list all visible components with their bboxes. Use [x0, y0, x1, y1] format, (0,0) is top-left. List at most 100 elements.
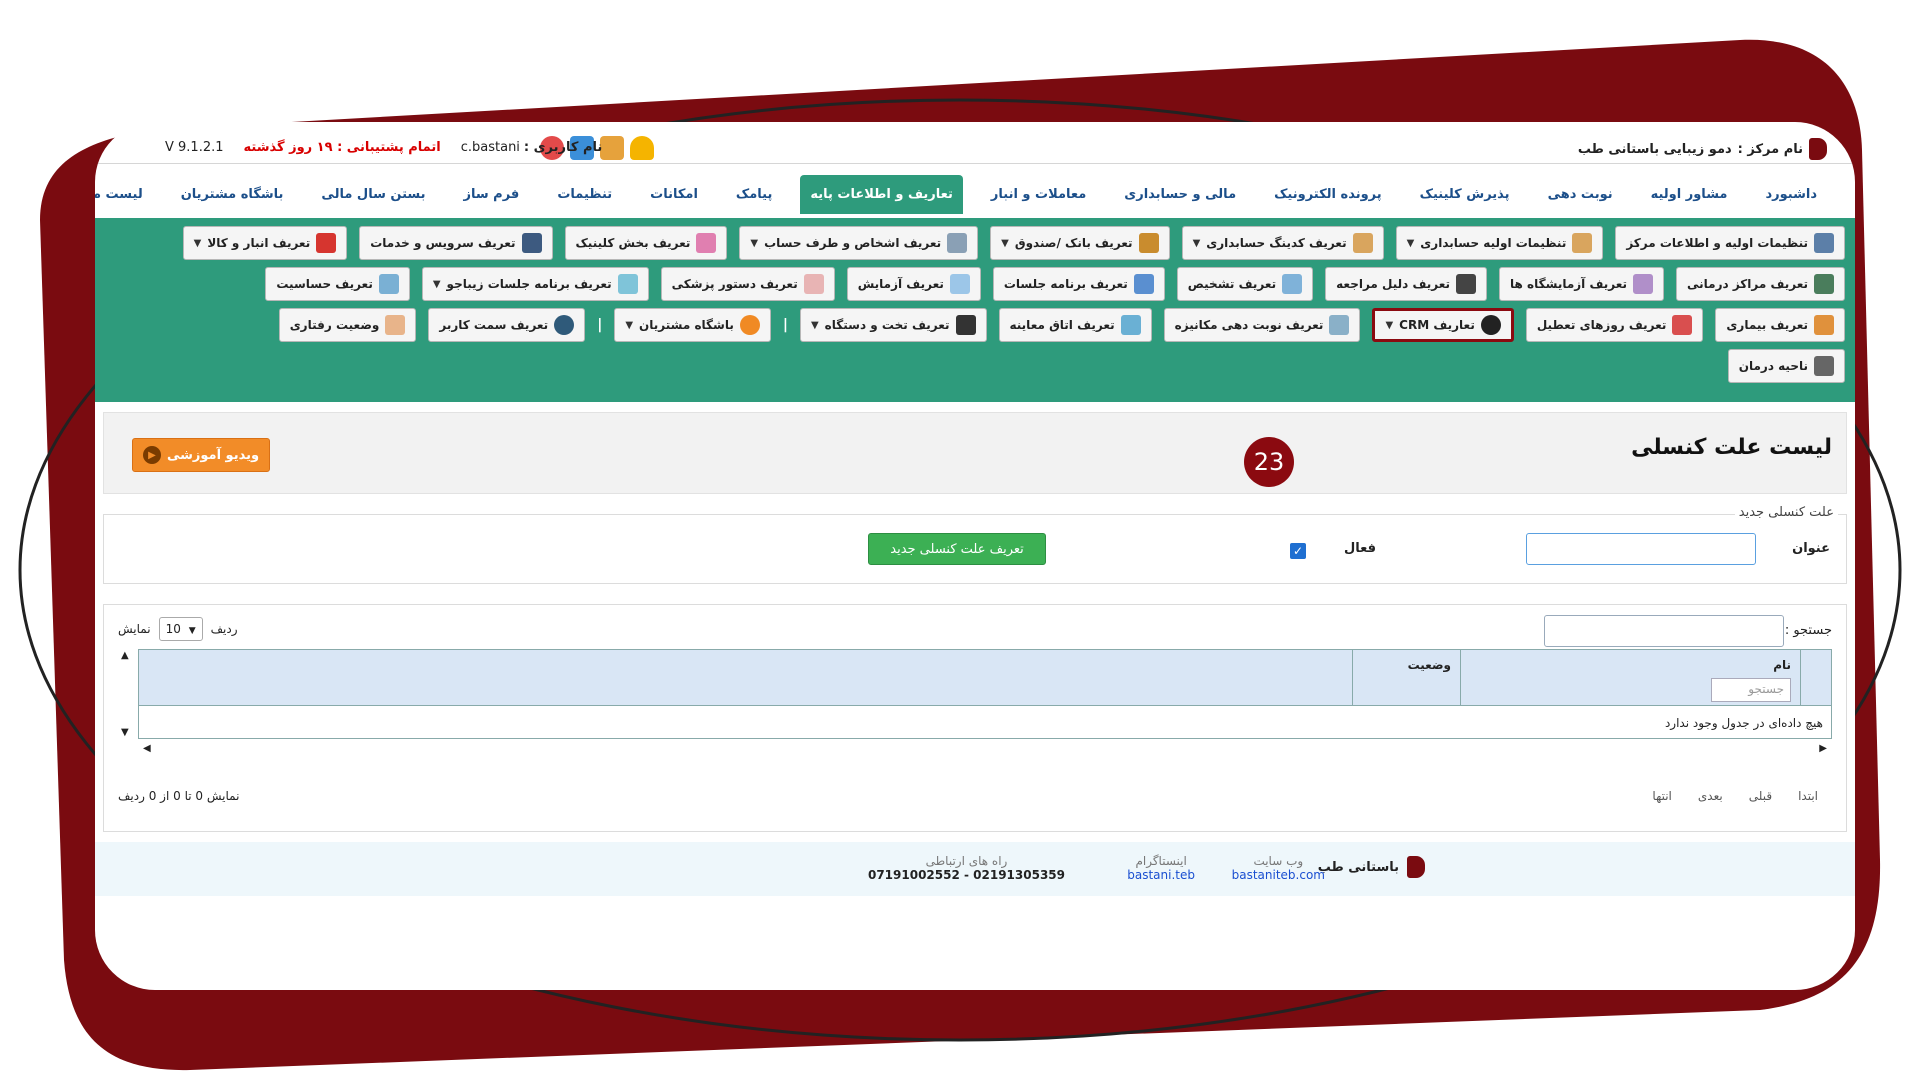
accounting-settings-button[interactable]: تنظیمات اولیه حسابداری ▼ [1395, 226, 1604, 260]
nav-module-list[interactable]: لیست ماژول ها [95, 175, 153, 214]
website-link[interactable]: bastaniteb.com [1232, 868, 1325, 882]
username: c.bastani [460, 140, 520, 155]
main-nav: داشبورد مشاور اولیه نوبت دهی پذیرش کلینی… [95, 172, 1855, 216]
username-label: نام کاربری : [523, 140, 603, 155]
allergy-button[interactable]: تعریف حساسیت [265, 267, 410, 301]
brand-name: باستانی طب [1317, 859, 1399, 875]
active-checkbox[interactable]: ✓ [1290, 543, 1306, 559]
column-divider [1352, 650, 1353, 706]
name-column-search[interactable]: جستجو [1711, 678, 1791, 702]
play-icon: ▶ [142, 446, 161, 464]
page-size-select[interactable]: 10 ▼ [158, 617, 203, 641]
medical-centers-button[interactable]: تعریف مراکز درمانی [1676, 267, 1845, 301]
show-label: نمایش [118, 622, 151, 636]
center-info: نام مرکز : دمو زیبایی باستانی طب [1578, 138, 1827, 160]
table-search-input[interactable] [1544, 615, 1784, 647]
doctor-icon [1456, 274, 1477, 294]
column-name[interactable]: نام [1773, 658, 1791, 672]
holidays-button[interactable]: تعریف روزهای تعطیل [1525, 308, 1704, 342]
button-label: باشگاه مشتریان [639, 318, 734, 332]
sick-person-icon [1814, 315, 1834, 335]
bell-icon[interactable] [630, 136, 654, 160]
instagram-link[interactable]: bastani.teb [1127, 868, 1195, 882]
chevron-down-icon: ▼ [1406, 237, 1415, 249]
center-label: نام مرکز : [1737, 141, 1803, 157]
page-size-value: 10 [165, 622, 181, 636]
user-role-button[interactable]: تعریف سمت کاربر [428, 308, 586, 342]
medical-order-button[interactable]: تعریف دستور پزشکی [660, 267, 835, 301]
calendar-icon[interactable] [600, 136, 624, 160]
data-table: نام وضعیت جستجو هیچ داده‌ای در جدول وجود… [121, 649, 1832, 754]
diagnosis-button[interactable]: تعریف تشخیص [1176, 267, 1314, 301]
services-button[interactable]: تعریف سرویس و خدمات [359, 226, 553, 260]
center-settings-button[interactable]: تنظیمات اولیه و اطلاعات مرکز [1615, 226, 1845, 260]
nav-features[interactable]: امکانات [640, 175, 708, 214]
nav-finance[interactable]: مالی و حسابداری [1114, 175, 1246, 214]
page-last[interactable]: انتها [1652, 789, 1671, 803]
nav-consultant[interactable]: مشاور اولیه [1641, 175, 1738, 214]
session-program-button[interactable]: تعریف برنامه جلسات [992, 267, 1165, 301]
laboratories-button[interactable]: تعریف آزمایشگاه ها [1499, 267, 1664, 301]
nav-customer-club[interactable]: باشگاه مشتریان [171, 175, 294, 214]
beauty-session-program-button[interactable]: تعریف برنامه جلسات زیباجو ▼ [421, 267, 649, 301]
title-label: عنوان [1792, 541, 1830, 556]
contact-numbers: 07191002552 - 02191305359 [867, 868, 1065, 882]
warehouse-goods-button[interactable]: تعریف انبار و کالا ▼ [182, 226, 348, 260]
nav-definitions[interactable]: تعاریف و اطلاعات پایه [800, 174, 963, 214]
app-window: نام مرکز : دمو زیبایی باستانی طب نام کار… [95, 122, 1855, 990]
nav-e-record[interactable]: پرونده الکترونیک [1264, 175, 1392, 214]
person-card-icon [947, 233, 968, 253]
button-label: تعریف سرویس و خدمات [370, 236, 516, 250]
button-label: تعریف روزهای تعطیل [1536, 318, 1667, 332]
nav-sms[interactable]: پیامک [726, 175, 782, 214]
page-next[interactable]: بعدی [1698, 789, 1723, 803]
crm-definitions-button[interactable]: تعاریف CRM ▼ [1372, 308, 1514, 342]
pagination: ابتدا قبلی بعدی انتها [1652, 789, 1818, 803]
customer-club-button[interactable]: باشگاه مشتریان ▼ [614, 308, 771, 342]
scroll-down-icon[interactable]: ▼ [121, 727, 129, 738]
button-label: تعریف تخت و دستگاه [824, 318, 950, 332]
chevron-down-icon: ▼ [188, 626, 196, 636]
accounting-coding-button[interactable]: تعریف کدینگ حسابداری ▼ [1181, 226, 1384, 260]
nav-form-builder[interactable]: فرم ساز [454, 175, 530, 214]
version: V 9.1.2.1 [165, 140, 224, 155]
chevron-down-icon: ▼ [810, 319, 819, 331]
nav-inventory[interactable]: معاملات و انبار [981, 175, 1096, 214]
tutorial-video-button[interactable]: ویدیو آموزشی ▶ [132, 438, 270, 472]
button-label: تعریف برنامه جلسات [1003, 277, 1128, 291]
treatment-area-button[interactable]: ناحیه درمان [1727, 349, 1845, 383]
add-cancel-reason-button[interactable]: تعریف علت کنسلی جدید [868, 533, 1046, 565]
button-label: تعریف مراکز درمانی [1687, 277, 1808, 291]
column-status[interactable]: وضعیت [1408, 658, 1451, 672]
beauty-icon [617, 274, 638, 294]
center-name: دمو زیبایی باستانی طب [1577, 141, 1732, 157]
behavior-status-button[interactable]: وضعیت رفتاری [278, 308, 417, 342]
test-button[interactable]: تعریف آزمایش [846, 267, 981, 301]
page-previous[interactable]: قبلی [1749, 789, 1772, 803]
search-label: جستجو : [1784, 623, 1832, 638]
page-first[interactable]: ابتدا [1798, 789, 1818, 803]
nav-dashboard[interactable]: داشبورد [1755, 175, 1827, 214]
table-info: نمایش 0 تا 0 از 0 ردیف [118, 789, 240, 803]
title-input[interactable] [1526, 533, 1756, 565]
button-label: وضعیت رفتاری [289, 318, 380, 332]
footer-contact: راه های ارتباطی 07191002552 - 0219130535… [868, 854, 1065, 882]
chevron-down-icon: ▼ [1192, 237, 1201, 249]
disease-button[interactable]: تعریف بیماری [1715, 308, 1845, 342]
nav-settings[interactable]: تنظیمات [547, 175, 622, 214]
scroll-right-icon[interactable]: ▶ [1819, 743, 1827, 754]
nav-appointment[interactable]: نوبت دهی [1538, 175, 1623, 214]
nav-reception[interactable]: پذیرش کلینیک [1410, 175, 1520, 214]
exam-room-button[interactable]: تعریف اتاق معاینه [998, 308, 1152, 342]
bank-cashbox-button[interactable]: تعریف بانک /صندوق ▼ [990, 226, 1170, 260]
chevron-down-icon: ▼ [625, 319, 634, 331]
scroll-left-icon[interactable]: ◀ [143, 743, 151, 754]
clinic-section-button[interactable]: تعریف بخش کلینیک [564, 226, 728, 260]
auto-appointment-button[interactable]: تعریف نوبت دهی مکانیزه [1163, 308, 1361, 342]
button-label: تعریف حساسیت [276, 277, 373, 291]
persons-accounts-button[interactable]: تعریف اشخاص و طرف حساب ▼ [739, 226, 979, 260]
nav-close-fiscal-year[interactable]: بستن سال مالی [311, 175, 435, 214]
bed-device-button[interactable]: تعریف تخت و دستگاه ▼ [799, 308, 987, 342]
scroll-up-icon[interactable]: ▲ [121, 650, 129, 661]
visit-reason-button[interactable]: تعریف دلیل مراجعه [1325, 267, 1488, 301]
